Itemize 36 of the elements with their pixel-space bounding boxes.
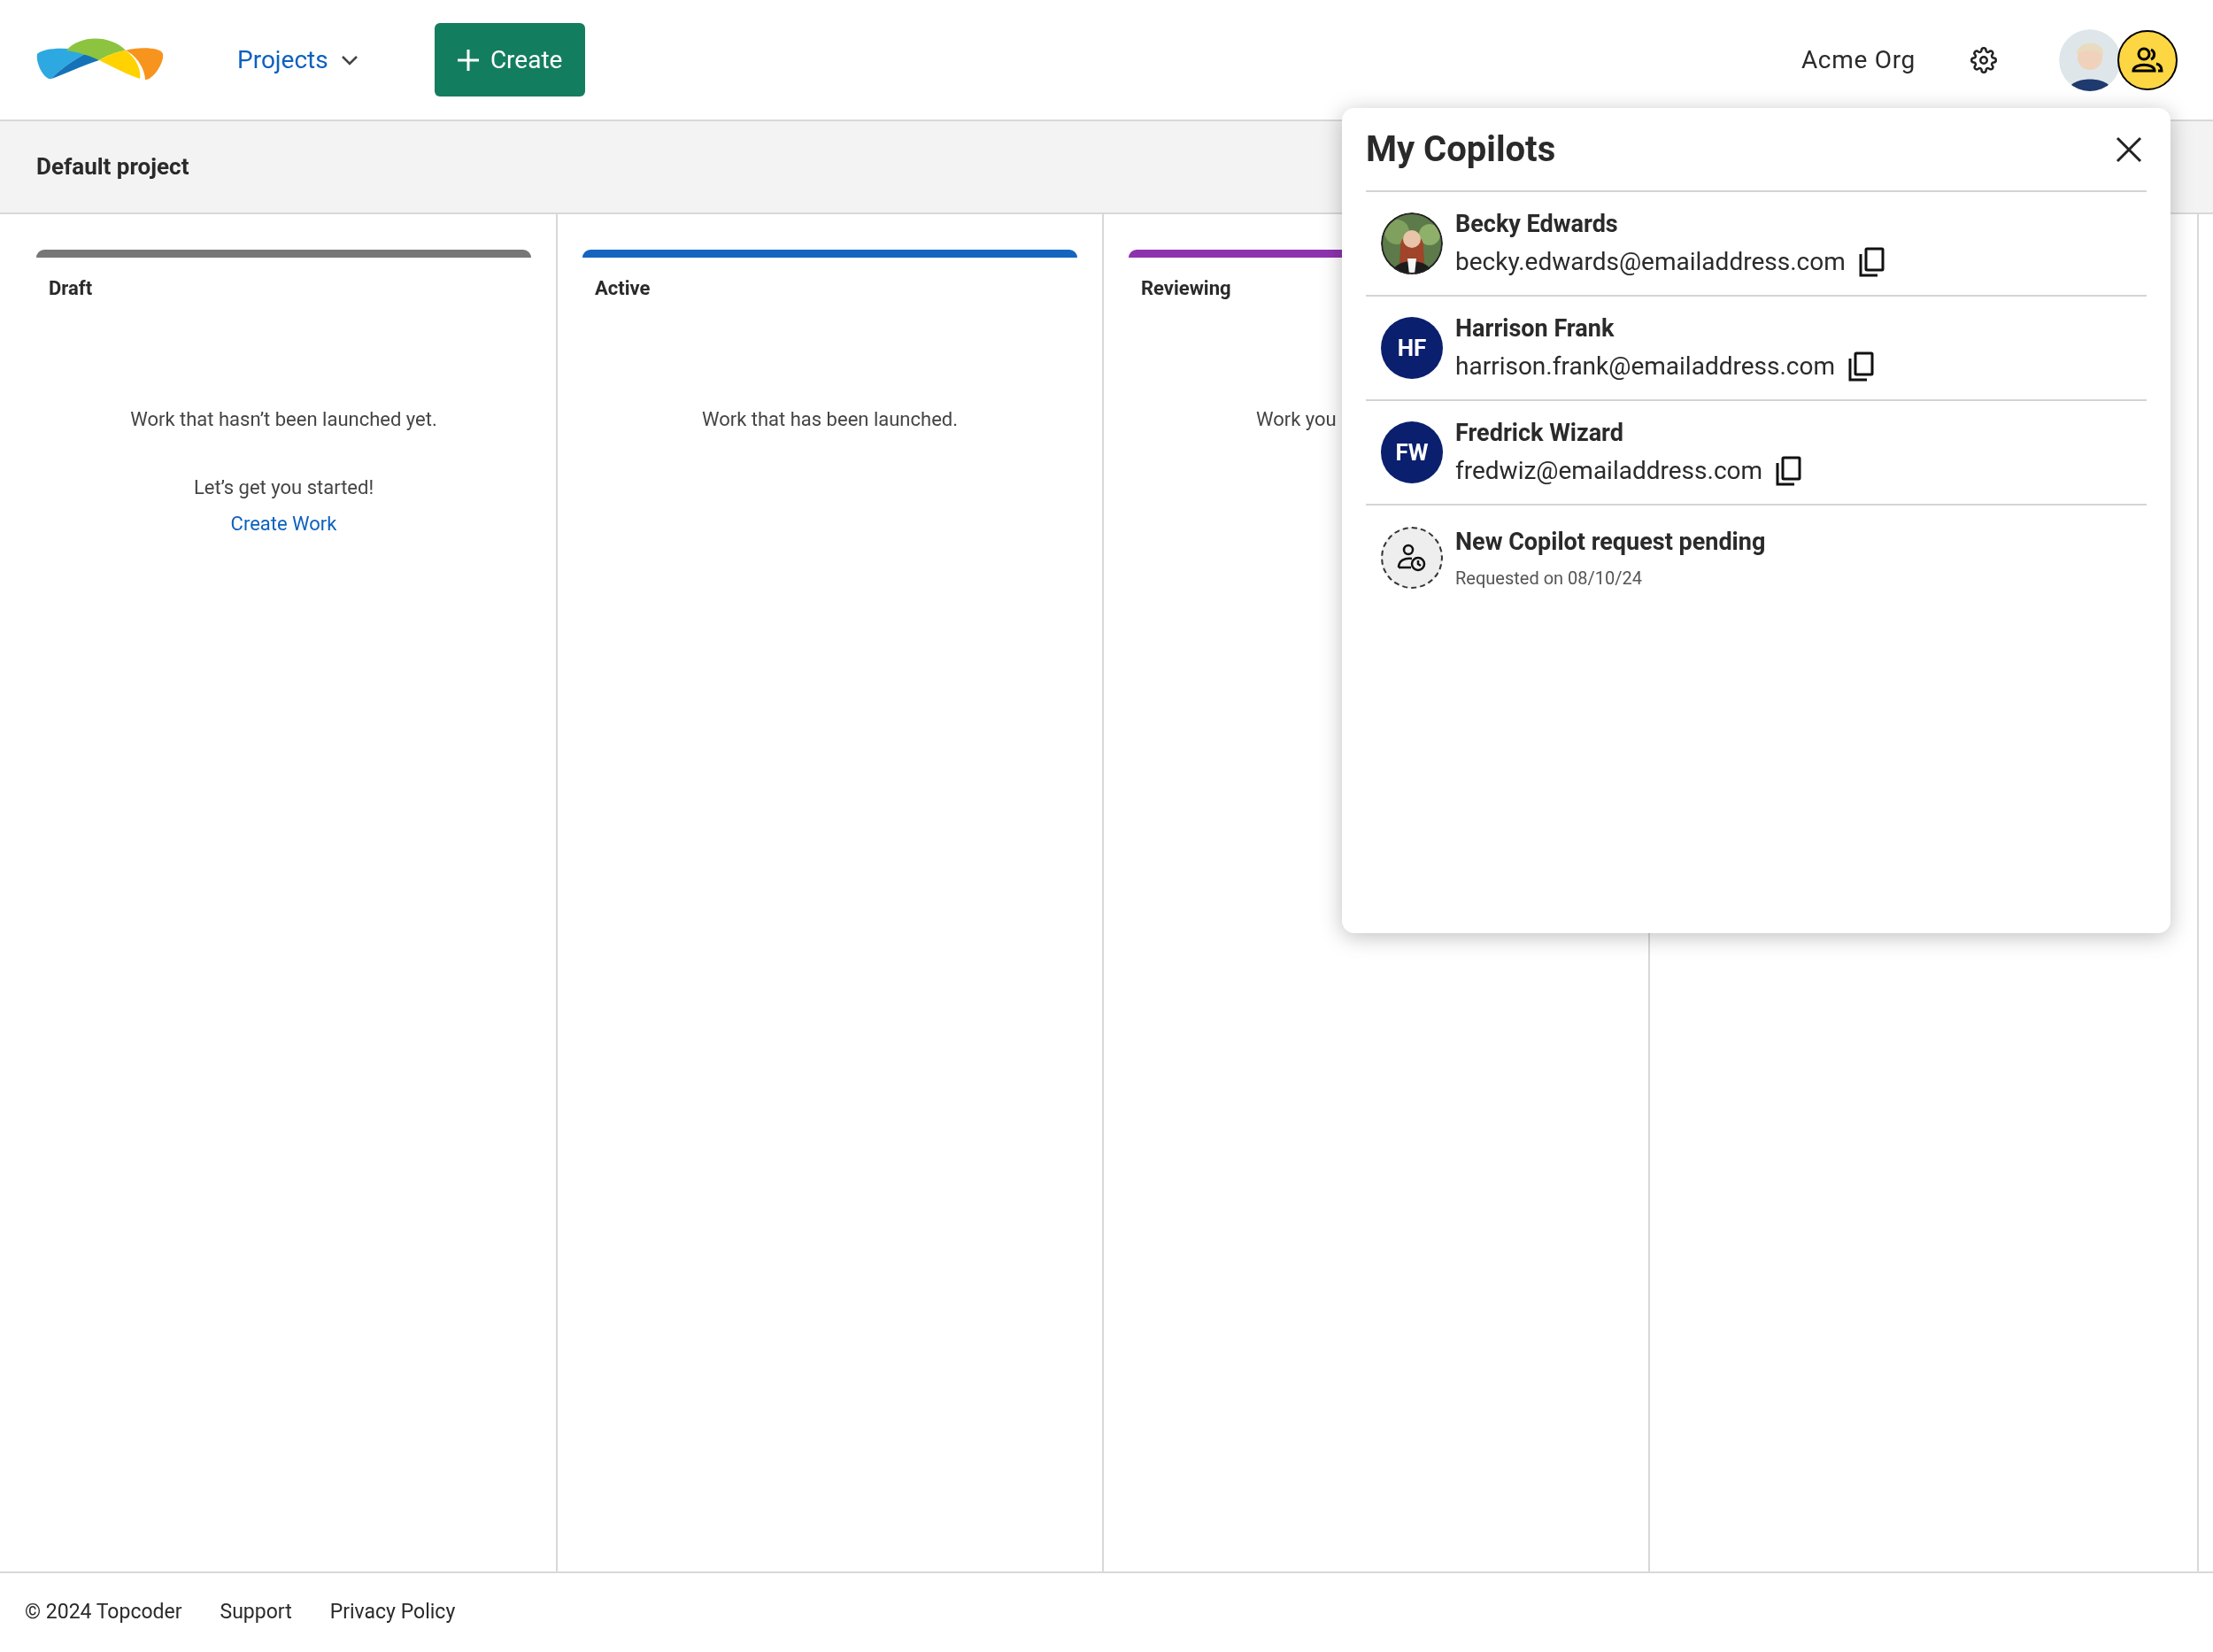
copy-icon[interactable] [1857, 247, 1885, 278]
initials-avatar: HF [1381, 317, 1443, 379]
copilot-name: Fredrick Wizard [1455, 417, 1624, 449]
copilot-name: New Copilot request pending [1455, 526, 1766, 558]
column-description: Work you [1256, 407, 1337, 432]
column-description: Work that hasn’t been launched yet. [130, 407, 437, 432]
column-description: Work that has been launched. [702, 407, 958, 432]
column-title: Reviewing [1141, 276, 1232, 301]
copilot-name: Harrison Frank [1455, 313, 1615, 344]
close-icon [2116, 135, 2142, 163]
plus-icon [456, 48, 480, 72]
footer-link[interactable]: Privacy Policy [329, 1597, 456, 1628]
users-icon [2132, 46, 2163, 73]
user-avatar[interactable] [2059, 28, 2121, 91]
chevron-down-icon [340, 54, 359, 66]
initials-avatar: FW [1381, 421, 1443, 483]
project-title: Default project [36, 152, 189, 181]
create-work-link[interactable]: Create Work [230, 509, 337, 538]
settings-icon[interactable] [1970, 46, 1997, 73]
projects-menu[interactable]: Projects [237, 41, 359, 79]
org-name[interactable]: Acme Org [1800, 41, 1916, 79]
copy-icon[interactable] [1775, 456, 1802, 487]
user-clock-icon [1396, 542, 1428, 574]
copy-icon[interactable] [1847, 351, 1874, 382]
request-date: Requested on 08/10/24 [1455, 567, 1643, 591]
column-title: Active [595, 276, 652, 301]
copilot-email: harrison.frank@emailaddress.com [1455, 351, 1835, 383]
column-title: Draft [49, 276, 94, 301]
create-button[interactable]: Create [434, 23, 585, 96]
copilot-email: fredwiz@emailaddress.com [1455, 455, 1763, 488]
prompt-text: Let’s get you started! [193, 475, 374, 500]
copilot-name: Becky Edwards [1455, 208, 1619, 240]
copyright-text: © 2024 Topcoder [25, 1599, 182, 1626]
copilot-email: becky.edwards@emailaddress.com [1455, 246, 1846, 279]
footer-link[interactable]: Support [220, 1597, 292, 1628]
panel-title: My Copilots [1366, 127, 1556, 172]
